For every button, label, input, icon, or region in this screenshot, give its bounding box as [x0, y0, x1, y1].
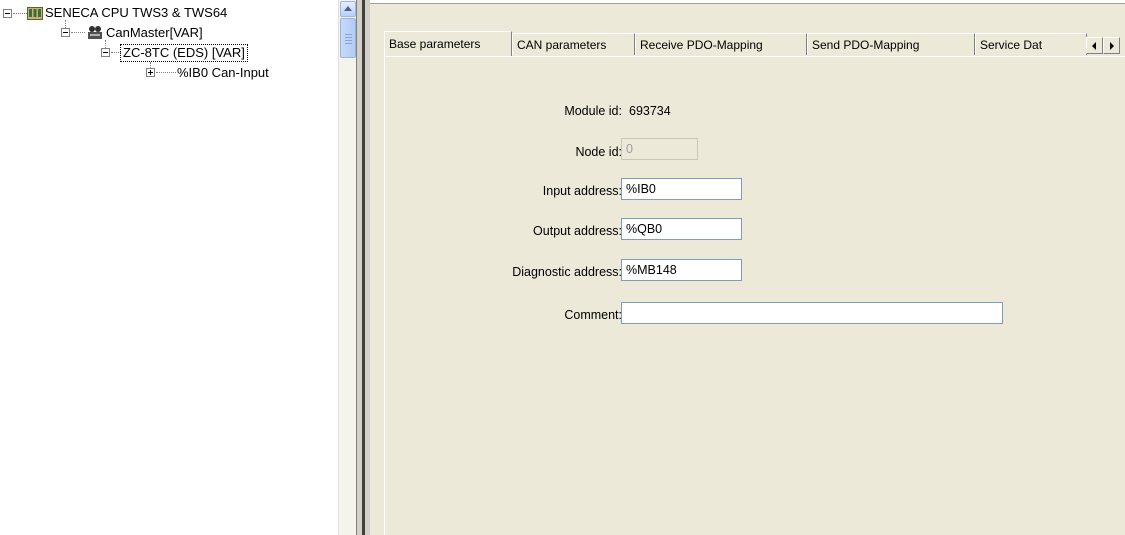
output-address-field[interactable]	[621, 218, 742, 240]
node-id-label: Node id:	[575, 145, 622, 159]
diagnostic-address-field[interactable]	[621, 259, 742, 281]
tab-service-data[interactable]: Service Dat	[975, 33, 1087, 55]
plc-cpu-icon	[27, 6, 43, 21]
tree-connector	[156, 72, 176, 73]
base-parameters-page: Module id: 693734 Node id: Input address…	[384, 56, 1125, 535]
tab-can-parameters[interactable]: CAN parameters	[512, 33, 635, 55]
tree-item-root[interactable]: SENECA CPU TWS3 & TWS64	[45, 5, 227, 21]
expand-toggle-input[interactable]	[146, 68, 155, 77]
collapse-toggle-module[interactable]	[101, 48, 110, 57]
tree-connector	[13, 13, 27, 14]
tree-connector	[71, 32, 85, 33]
diagnostic-address-label: Diagnostic address:	[512, 265, 622, 279]
input-address-field[interactable]	[621, 178, 742, 200]
tree-scrollbar[interactable]	[338, 0, 356, 535]
collapse-toggle-root[interactable]	[3, 9, 12, 18]
comment-field[interactable]	[621, 302, 1003, 324]
can-master-icon	[87, 25, 103, 40]
input-address-label: Input address:	[542, 184, 622, 198]
properties-pane: Base parameters CAN parameters Receive P…	[370, 0, 1125, 535]
module-id-value: 693734	[629, 104, 671, 118]
project-tree: SENECA CPU TWS3 & TWS64 CanMaster[VAR] Z…	[0, 0, 338, 535]
output-address-label: Output address:	[533, 224, 622, 238]
tree-item-input[interactable]: %IB0 Can-Input	[177, 65, 269, 81]
collapse-toggle-canmaster[interactable]	[61, 28, 70, 37]
module-id-label: Module id:	[564, 104, 622, 118]
tab-base-parameters[interactable]: Base parameters	[384, 31, 512, 56]
tree-connector	[111, 52, 121, 53]
tree-item-module[interactable]: ZC-8TC (EDS) [VAR]	[120, 44, 248, 62]
scroll-thumb[interactable]	[340, 18, 356, 58]
tab-scroll-right-icon[interactable]	[1103, 37, 1120, 54]
pane-top-border	[370, 0, 1125, 4]
tab-send-pdo-mapping[interactable]: Send PDO-Mapping	[807, 33, 975, 55]
scroll-up-button[interactable]	[340, 1, 356, 17]
pane-splitter[interactable]	[356, 0, 370, 535]
tree-item-canmaster[interactable]: CanMaster[VAR]	[106, 25, 203, 41]
node-id-field	[621, 138, 698, 160]
tab-scroll-left-icon[interactable]	[1086, 37, 1103, 54]
tab-receive-pdo-mapping[interactable]: Receive PDO-Mapping	[635, 33, 807, 55]
comment-label: Comment:	[564, 308, 622, 322]
